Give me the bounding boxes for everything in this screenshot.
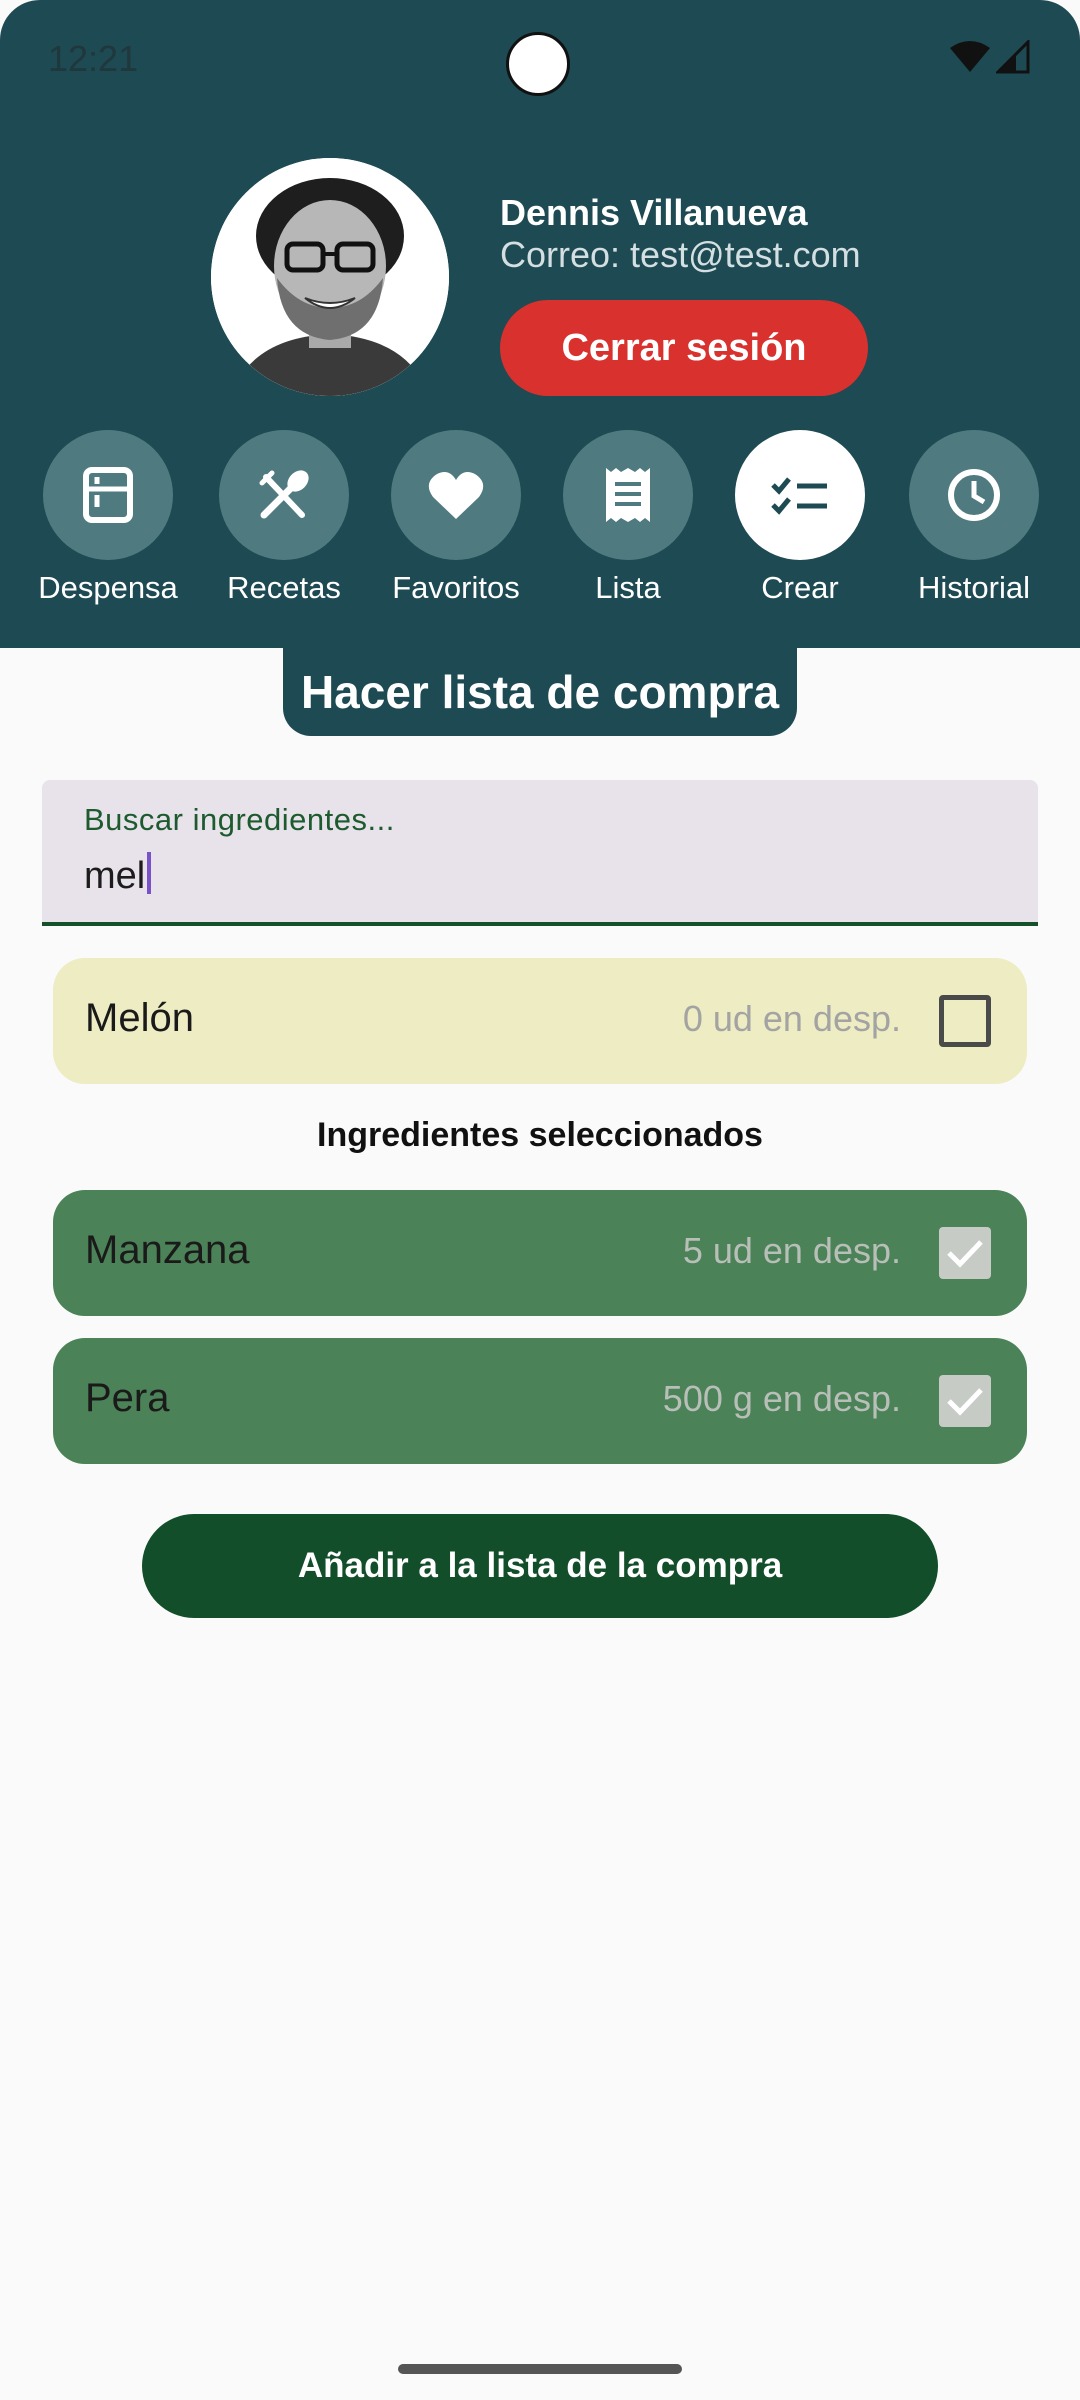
nav-label: Historial bbox=[918, 570, 1030, 605]
ingredient-name: Pera bbox=[85, 1376, 170, 1420]
nav-label: Favoritos bbox=[392, 570, 520, 605]
text-caret bbox=[147, 852, 152, 894]
status-time: 12:21 bbox=[48, 38, 139, 79]
search-text[interactable]: mel bbox=[84, 855, 145, 897]
status-icons bbox=[950, 40, 1030, 74]
nav-button-lista[interactable] bbox=[563, 430, 693, 560]
nav-item-despensa[interactable]: Despensa bbox=[22, 430, 194, 606]
ingredient-pantry-quantity: 0 ud en desp. bbox=[682, 998, 901, 1039]
wifi-icon bbox=[950, 41, 990, 72]
fridge-icon bbox=[83, 467, 133, 523]
user-email: Correo: test@test.com bbox=[500, 234, 861, 275]
nav-item-crear[interactable]: Crear bbox=[714, 430, 886, 606]
search-label: Buscar ingredientes... bbox=[84, 802, 395, 837]
check-icon bbox=[947, 1388, 983, 1416]
ingredient-pantry-quantity: 500 g en desp. bbox=[662, 1378, 901, 1419]
user-photo bbox=[211, 158, 449, 396]
nav-item-historial[interactable]: Historial bbox=[888, 430, 1060, 606]
user-name: Dennis Villanueva bbox=[500, 192, 808, 233]
nav-label: Despensa bbox=[38, 570, 178, 605]
ingredient-checkbox[interactable] bbox=[939, 1375, 991, 1427]
nav-item-lista[interactable]: Lista bbox=[542, 430, 714, 606]
nav-button-despensa[interactable] bbox=[43, 430, 173, 560]
ingredient-selected-manzana[interactable]: Manzana 5 ud en desp. bbox=[53, 1190, 1027, 1316]
utensils-icon bbox=[259, 470, 309, 519]
receipt-icon bbox=[606, 468, 650, 522]
signal-icon bbox=[996, 40, 1030, 74]
heart-icon bbox=[428, 472, 484, 519]
ingredient-name: Melón bbox=[85, 996, 194, 1040]
search-value[interactable]: mel bbox=[84, 852, 152, 898]
search-input[interactable]: Buscar ingredientes... mel bbox=[42, 780, 1038, 926]
nav-item-favoritos[interactable]: Favoritos bbox=[370, 430, 542, 606]
nav-label: Recetas bbox=[227, 570, 341, 605]
add-to-shopping-list-button[interactable]: Añadir a la lista de la compra bbox=[142, 1514, 938, 1618]
ingredient-pantry-quantity: 5 ud en desp. bbox=[682, 1230, 901, 1271]
ingredient-checkbox[interactable] bbox=[939, 995, 991, 1047]
ingredient-result-melon[interactable]: Melón 0 ud en desp. bbox=[53, 958, 1027, 1084]
nav-label: Crear bbox=[761, 570, 839, 605]
nav-button-favoritos[interactable] bbox=[391, 430, 521, 560]
profile-header: 12:21 Dennis Villanueva Correo: test@tes… bbox=[0, 0, 1080, 648]
checklist-icon bbox=[771, 477, 827, 515]
ingredient-checkbox[interactable] bbox=[939, 1227, 991, 1279]
home-indicator[interactable] bbox=[398, 2364, 682, 2374]
logout-button[interactable]: Cerrar sesión bbox=[500, 300, 868, 396]
clock-icon bbox=[948, 469, 1000, 521]
nav-button-crear[interactable] bbox=[735, 430, 865, 560]
screen: 12:21 Dennis Villanueva Correo: test@tes… bbox=[0, 0, 1080, 2400]
nav-button-historial[interactable] bbox=[909, 430, 1039, 560]
main-nav: Despensa Recetas Favoritos Lista Crear H… bbox=[0, 430, 1080, 620]
selected-heading: Ingredientes seleccionados bbox=[317, 1116, 763, 1154]
ingredient-selected-pera[interactable]: Pera 500 g en desp. bbox=[53, 1338, 1027, 1464]
ingredient-name: Manzana bbox=[85, 1228, 250, 1272]
check-icon bbox=[947, 1240, 983, 1268]
avatar bbox=[211, 158, 449, 396]
page-title: Hacer lista de compra bbox=[283, 648, 797, 736]
nav-button-recetas[interactable] bbox=[219, 430, 349, 560]
nav-item-recetas[interactable]: Recetas bbox=[198, 430, 370, 606]
nav-label: Lista bbox=[595, 570, 661, 605]
camera-cutout bbox=[506, 32, 570, 96]
